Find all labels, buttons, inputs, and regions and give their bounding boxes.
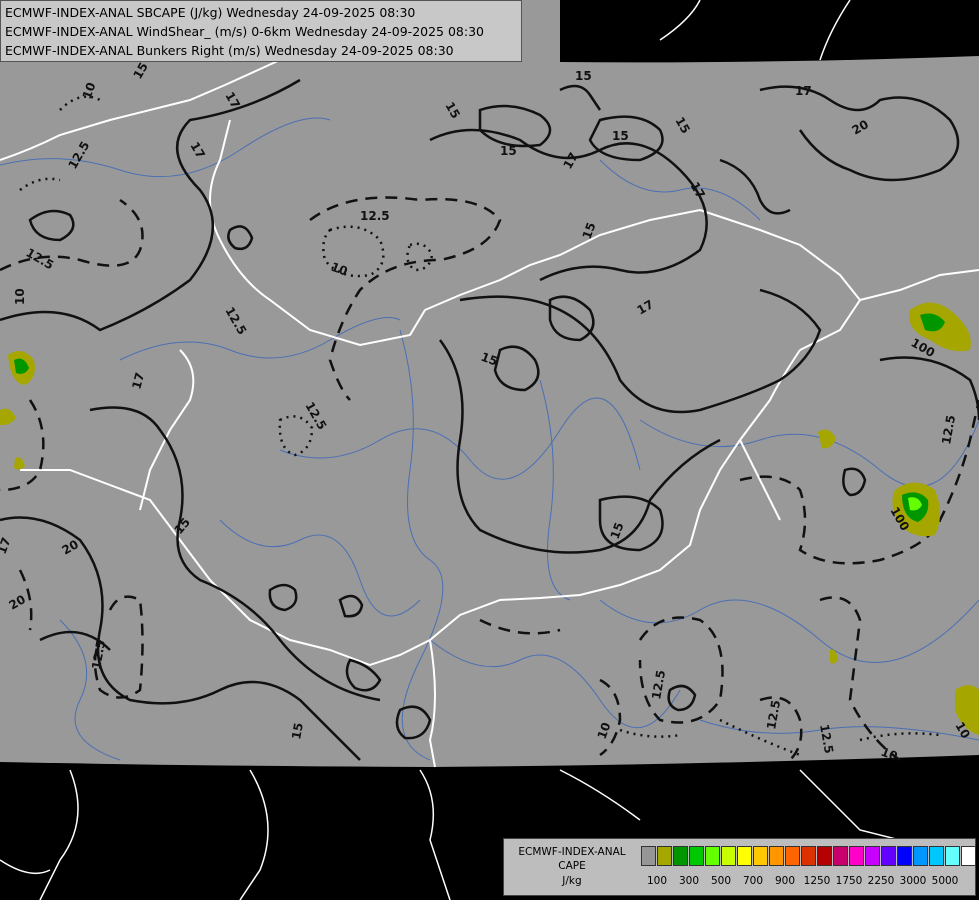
legend-swatch (737, 846, 752, 866)
legend-swatch (961, 846, 976, 866)
title-line-bunkers: ECMWF-INDEX-ANAL Bunkers Right (m/s) Wed… (5, 43, 454, 58)
legend-tick-label: 3000 (899, 875, 927, 887)
legend-swatch (721, 846, 736, 866)
cape-legend: ECMWF-INDEX-ANAL CAPE J/kg 100 300 500 700 9… (503, 838, 976, 896)
legend-swatch (929, 846, 944, 866)
contour-label: 15 (289, 722, 306, 741)
legend-tick-label: 1250 (803, 875, 831, 887)
contour-label: 17 (795, 84, 812, 98)
legend-swatch (753, 846, 768, 866)
legend-swatch (641, 846, 656, 866)
legend-tick-label: 500 (710, 875, 732, 887)
legend-swatch (833, 846, 848, 866)
title-box: ECMWF-INDEX-ANAL SBCAPE (J/kg) Wednesday… (0, 0, 522, 62)
legend-swatch (817, 846, 832, 866)
contour-label: 15 (612, 129, 629, 143)
legend-title: ECMWF-INDEX-ANAL (518, 846, 626, 858)
legend-swatch (897, 846, 912, 866)
contour-label: 15 (500, 144, 517, 158)
legend-tick-label: 900 (774, 875, 796, 887)
legend-swatch (945, 846, 960, 866)
contour-label: 12.5 (360, 209, 390, 223)
legend-tick-label: 100 (646, 875, 668, 887)
legend-swatch (769, 846, 784, 866)
legend-swatch (673, 846, 688, 866)
title-line-windshear: ECMWF-INDEX-ANAL WindShear_ (m/s) 0-6km … (5, 24, 484, 39)
legend-swatch (689, 846, 704, 866)
legend-tick-label: 5000 (931, 875, 959, 887)
outside-domain-top (560, 0, 979, 63)
legend-swatch (913, 846, 928, 866)
legend-tick-label: 300 (678, 875, 700, 887)
legend-swatch (849, 846, 864, 866)
weather-map: 10 12.5 15 17 17 12.5 10 12.5 10 12.5 12… (0, 0, 979, 900)
legend-swatch (657, 846, 672, 866)
legend-swatch (705, 846, 720, 866)
contour-label: 10 (13, 288, 27, 305)
contour-label: 15 (575, 69, 592, 83)
legend-tick-label: 700 (742, 875, 764, 887)
legend-unit: J/kg (562, 875, 582, 887)
legend-swatch (801, 846, 816, 866)
legend-tick-label: 2250 (867, 875, 895, 887)
legend-tick-label: 1750 (835, 875, 863, 887)
legend-variable: CAPE (558, 860, 586, 872)
title-line-sbcape: ECMWF-INDEX-ANAL SBCAPE (J/kg) Wednesday… (5, 5, 416, 20)
legend-swatch (865, 846, 880, 866)
legend-swatch (881, 846, 896, 866)
legend-swatch (785, 846, 800, 866)
